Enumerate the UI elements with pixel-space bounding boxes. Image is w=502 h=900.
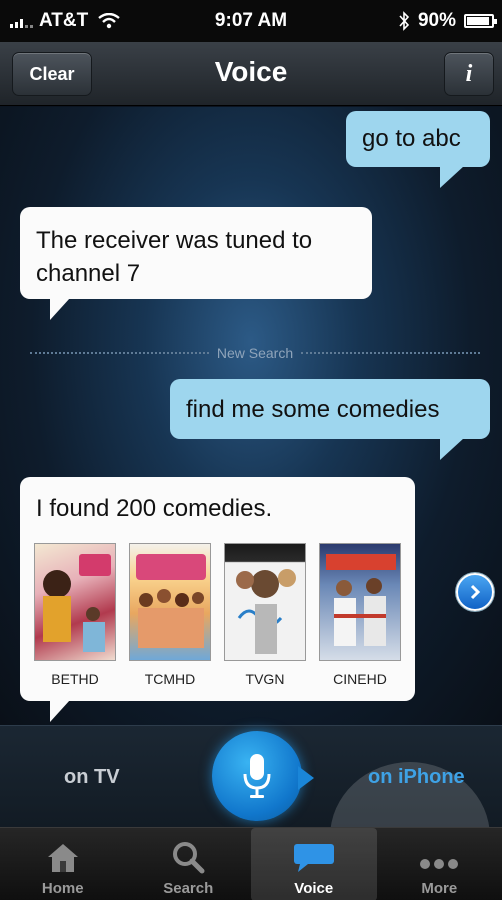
status-right: 90% — [398, 10, 497, 32]
channel-label: CINEHD — [333, 671, 387, 687]
poster-row: BETHD TCMHD TVGN CINEHD — [34, 543, 401, 687]
movie-poster[interactable] — [319, 543, 401, 661]
message-text: find me some comedies — [186, 396, 440, 423]
status-bar: AT&T 9:07 AM 90% — [0, 0, 502, 42]
on-tv-toggle[interactable]: on TV — [64, 766, 120, 789]
user-message: go to abc — [346, 111, 490, 167]
more-icon — [420, 859, 459, 869]
nav-bar: Clear Voice i — [0, 42, 502, 106]
tab-label: Home — [41, 880, 84, 897]
microphone-button[interactable] — [212, 731, 302, 821]
chevron-right-icon — [470, 584, 481, 600]
tab-search[interactable]: Search — [126, 828, 252, 900]
channel-item[interactable]: TVGN — [224, 543, 306, 687]
search-icon — [173, 842, 205, 874]
tab-bar: Home Search Voice More — [0, 827, 502, 900]
info-button[interactable]: i — [444, 52, 494, 96]
bluetooth-icon — [399, 11, 410, 31]
bubble-tail — [440, 438, 464, 460]
movie-poster[interactable] — [224, 543, 306, 661]
battery-icon — [464, 14, 497, 28]
message-text: go to abc — [362, 125, 461, 152]
tab-home[interactable]: Home — [0, 828, 126, 900]
tab-voice[interactable]: Voice — [251, 828, 377, 900]
system-message: The receiver was tuned to channel 7 — [20, 207, 372, 299]
channel-item[interactable]: CINEHD — [319, 543, 401, 687]
battery-percent: 90% — [417, 10, 456, 31]
message-text: The receiver was tuned to channel 7 — [36, 227, 313, 287]
message-text: I found 200 comedies. — [36, 495, 273, 522]
on-iphone-toggle[interactable]: on iPhone — [368, 766, 465, 789]
next-results-button[interactable] — [456, 573, 494, 611]
home-icon — [47, 844, 78, 872]
new-search-divider: New Search — [30, 343, 481, 363]
page-title: Voice — [214, 56, 288, 87]
tab-more[interactable]: More — [377, 828, 502, 900]
microphone-icon — [243, 754, 271, 798]
channel-label: TVGN — [245, 671, 285, 687]
channel-item[interactable]: TCMHD — [129, 543, 211, 687]
movie-poster[interactable] — [34, 543, 116, 661]
movie-poster[interactable] — [129, 543, 211, 661]
channel-item[interactable]: BETHD — [34, 543, 116, 687]
conversation-area[interactable]: go to abc The receiver was tuned to chan… — [0, 107, 502, 725]
tab-label: Voice — [294, 880, 334, 897]
bubble-tail — [50, 298, 70, 320]
bubble-tail — [440, 166, 464, 188]
bubble-tail — [50, 700, 70, 722]
tab-label: More — [421, 880, 458, 897]
channel-label: BETHD — [51, 671, 99, 687]
tab-label: Search — [163, 880, 214, 897]
divider-label: New Search — [216, 345, 294, 361]
voice-control-bar: on TV on iPhone — [0, 725, 502, 900]
channel-label: TCMHD — [144, 671, 196, 687]
user-message: find me some comedies — [170, 379, 490, 439]
voice-icon — [293, 844, 334, 872]
results-message: I found 200 comedies. BETHD TCMHD TVGN C… — [20, 477, 415, 701]
direction-arrow — [298, 766, 314, 790]
